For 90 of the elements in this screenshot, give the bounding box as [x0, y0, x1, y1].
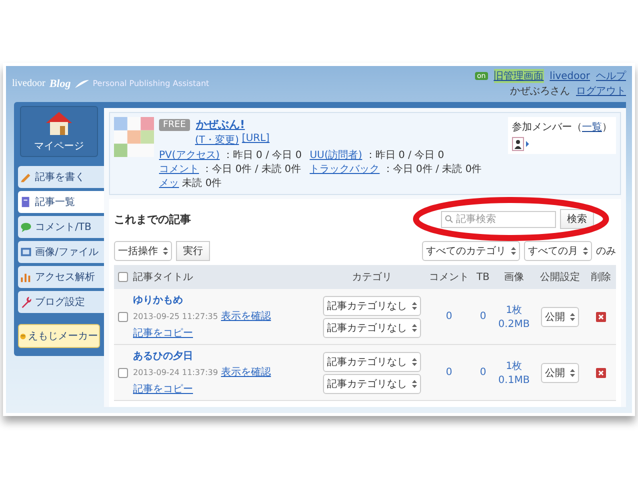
trackback-count: 0	[480, 367, 486, 378]
feather-icon	[74, 80, 89, 88]
filter-select[interactable]: すべての月	[524, 241, 592, 261]
select-caret-icon	[412, 302, 417, 310]
stat-text: メッ 未読 0件	[159, 176, 223, 190]
house-icon	[44, 110, 74, 136]
search-field[interactable]: 記事検索	[441, 210, 556, 228]
column-header: 公開設定	[534, 265, 586, 289]
stat-text: PV(アクセス) ：昨日 0 / 今日 0	[159, 149, 302, 162]
article-title-link[interactable]: あるひの夕日	[133, 349, 193, 363]
column-header: 削除	[586, 265, 616, 289]
speech-bubble-icon	[20, 221, 32, 233]
user-name: かぜぶろさん	[510, 85, 570, 98]
search-icon	[445, 215, 453, 223]
row-checkbox[interactable]	[118, 312, 128, 322]
select-caret-icon	[412, 358, 417, 366]
run-button[interactable]: 実行	[176, 241, 210, 261]
blog-link[interactable]: [URL]	[242, 133, 270, 147]
article-link[interactable]: 記事をコピー	[133, 326, 193, 340]
header-link[interactable]: ヘルプ	[596, 69, 626, 83]
bar-chart-icon	[20, 271, 32, 283]
stat-text: コメント ：今日 0件 / 未読 0件	[159, 162, 302, 176]
comment-count: 0	[446, 367, 452, 378]
column-header: 記事タイトル	[132, 265, 318, 289]
article-title-link[interactable]: ゆりかもめ	[133, 293, 183, 307]
header-link[interactable]: 旧管理画面	[494, 69, 544, 83]
article-link[interactable]: 記事をコピー	[133, 382, 193, 396]
status-select[interactable]: 公開	[541, 362, 579, 382]
image-size: 0.2MB	[498, 319, 530, 330]
mypage-button[interactable]: マイページ	[20, 106, 98, 157]
plan-badge: FREE	[159, 118, 190, 130]
sidebar-item[interactable]: 画像/ファイル	[18, 241, 104, 263]
page-icon	[20, 196, 32, 208]
select-caret-icon	[570, 312, 575, 320]
blog-link[interactable]: (T・変更)	[195, 133, 239, 147]
select-caret-icon	[412, 380, 417, 388]
column-header: カテゴリ	[318, 265, 426, 289]
select-caret-icon	[511, 247, 516, 255]
article-date: 2013-09-25 11:27:35	[133, 312, 218, 320]
image-count: 1枚	[506, 360, 522, 373]
emoji-maker-button[interactable]: えもじメーカー	[18, 324, 100, 348]
bulk-action-select[interactable]: 一括操作	[114, 241, 172, 261]
section-title: これまでの記事	[114, 212, 191, 226]
image-icon	[20, 246, 32, 258]
column-header: TB	[472, 265, 494, 289]
category-select[interactable]: 記事カテゴリなし	[323, 318, 421, 338]
logout-link[interactable]: ログアウト	[576, 84, 626, 98]
category-select[interactable]: 記事カテゴリなし	[323, 296, 421, 316]
image-count: 1枚	[506, 304, 522, 317]
select-caret-icon	[583, 247, 588, 255]
avatar-icon[interactable]	[512, 137, 530, 151]
select-caret-icon	[163, 247, 168, 255]
category-select[interactable]: 記事カテゴリなし	[323, 374, 421, 394]
members-label-end: ）	[602, 121, 612, 134]
column-header: 画像	[494, 265, 534, 289]
article-date: 2013-09-24 11:37:39	[133, 368, 218, 376]
image-size: 0.1MB	[498, 375, 530, 386]
column-header: コメント	[426, 265, 472, 289]
pencil-icon	[20, 171, 32, 183]
search-button[interactable]: 検索	[560, 209, 594, 229]
blog-logo: Blog	[49, 78, 71, 90]
trackback-count: 0	[480, 311, 486, 322]
wrench-icon	[20, 296, 32, 308]
sidebar-item[interactable]: 記事を書く	[18, 166, 104, 188]
sidebar-item[interactable]: アクセス解析	[18, 266, 104, 288]
category-select[interactable]: 記事カテゴリなし	[323, 352, 421, 372]
stat-text: UU(訪問者) ：昨日 0 / 今日 0	[310, 148, 446, 162]
brand-name: livedoor	[12, 78, 46, 89]
filter-note: のみ	[596, 245, 616, 258]
members-list-link[interactable]: 一覧	[582, 120, 602, 134]
select-caret-icon	[570, 368, 575, 376]
select-all-checkbox[interactable]	[118, 272, 128, 282]
sidebar-item[interactable]: コメント/TB	[18, 216, 104, 238]
delete-icon[interactable]	[596, 312, 606, 322]
article-link[interactable]: 表示を確認	[220, 365, 271, 379]
tagline: Personal Publishing Assistant	[92, 79, 210, 88]
stat-text: トラックバック ：今日 0件 / 未読 0件	[310, 162, 482, 176]
sidebar-item[interactable]: ブログ設定	[18, 291, 104, 313]
select-caret-icon	[412, 324, 417, 332]
members-label: 参加メンバー（	[512, 120, 582, 134]
blog-thumbnail	[114, 117, 154, 157]
filter-select[interactable]: すべてのカテゴリ	[422, 241, 520, 261]
blog-name-link[interactable]: かぜぶん!	[196, 117, 245, 132]
sidebar-item[interactable]: 記事一覧	[18, 191, 104, 213]
article-link[interactable]: 表示を確認	[220, 309, 271, 323]
comment-count: 0	[446, 311, 452, 322]
row-checkbox[interactable]	[118, 368, 128, 378]
status-select[interactable]: 公開	[541, 306, 579, 326]
delete-icon[interactable]	[596, 368, 606, 378]
header-link[interactable]: livedoor	[550, 70, 590, 82]
